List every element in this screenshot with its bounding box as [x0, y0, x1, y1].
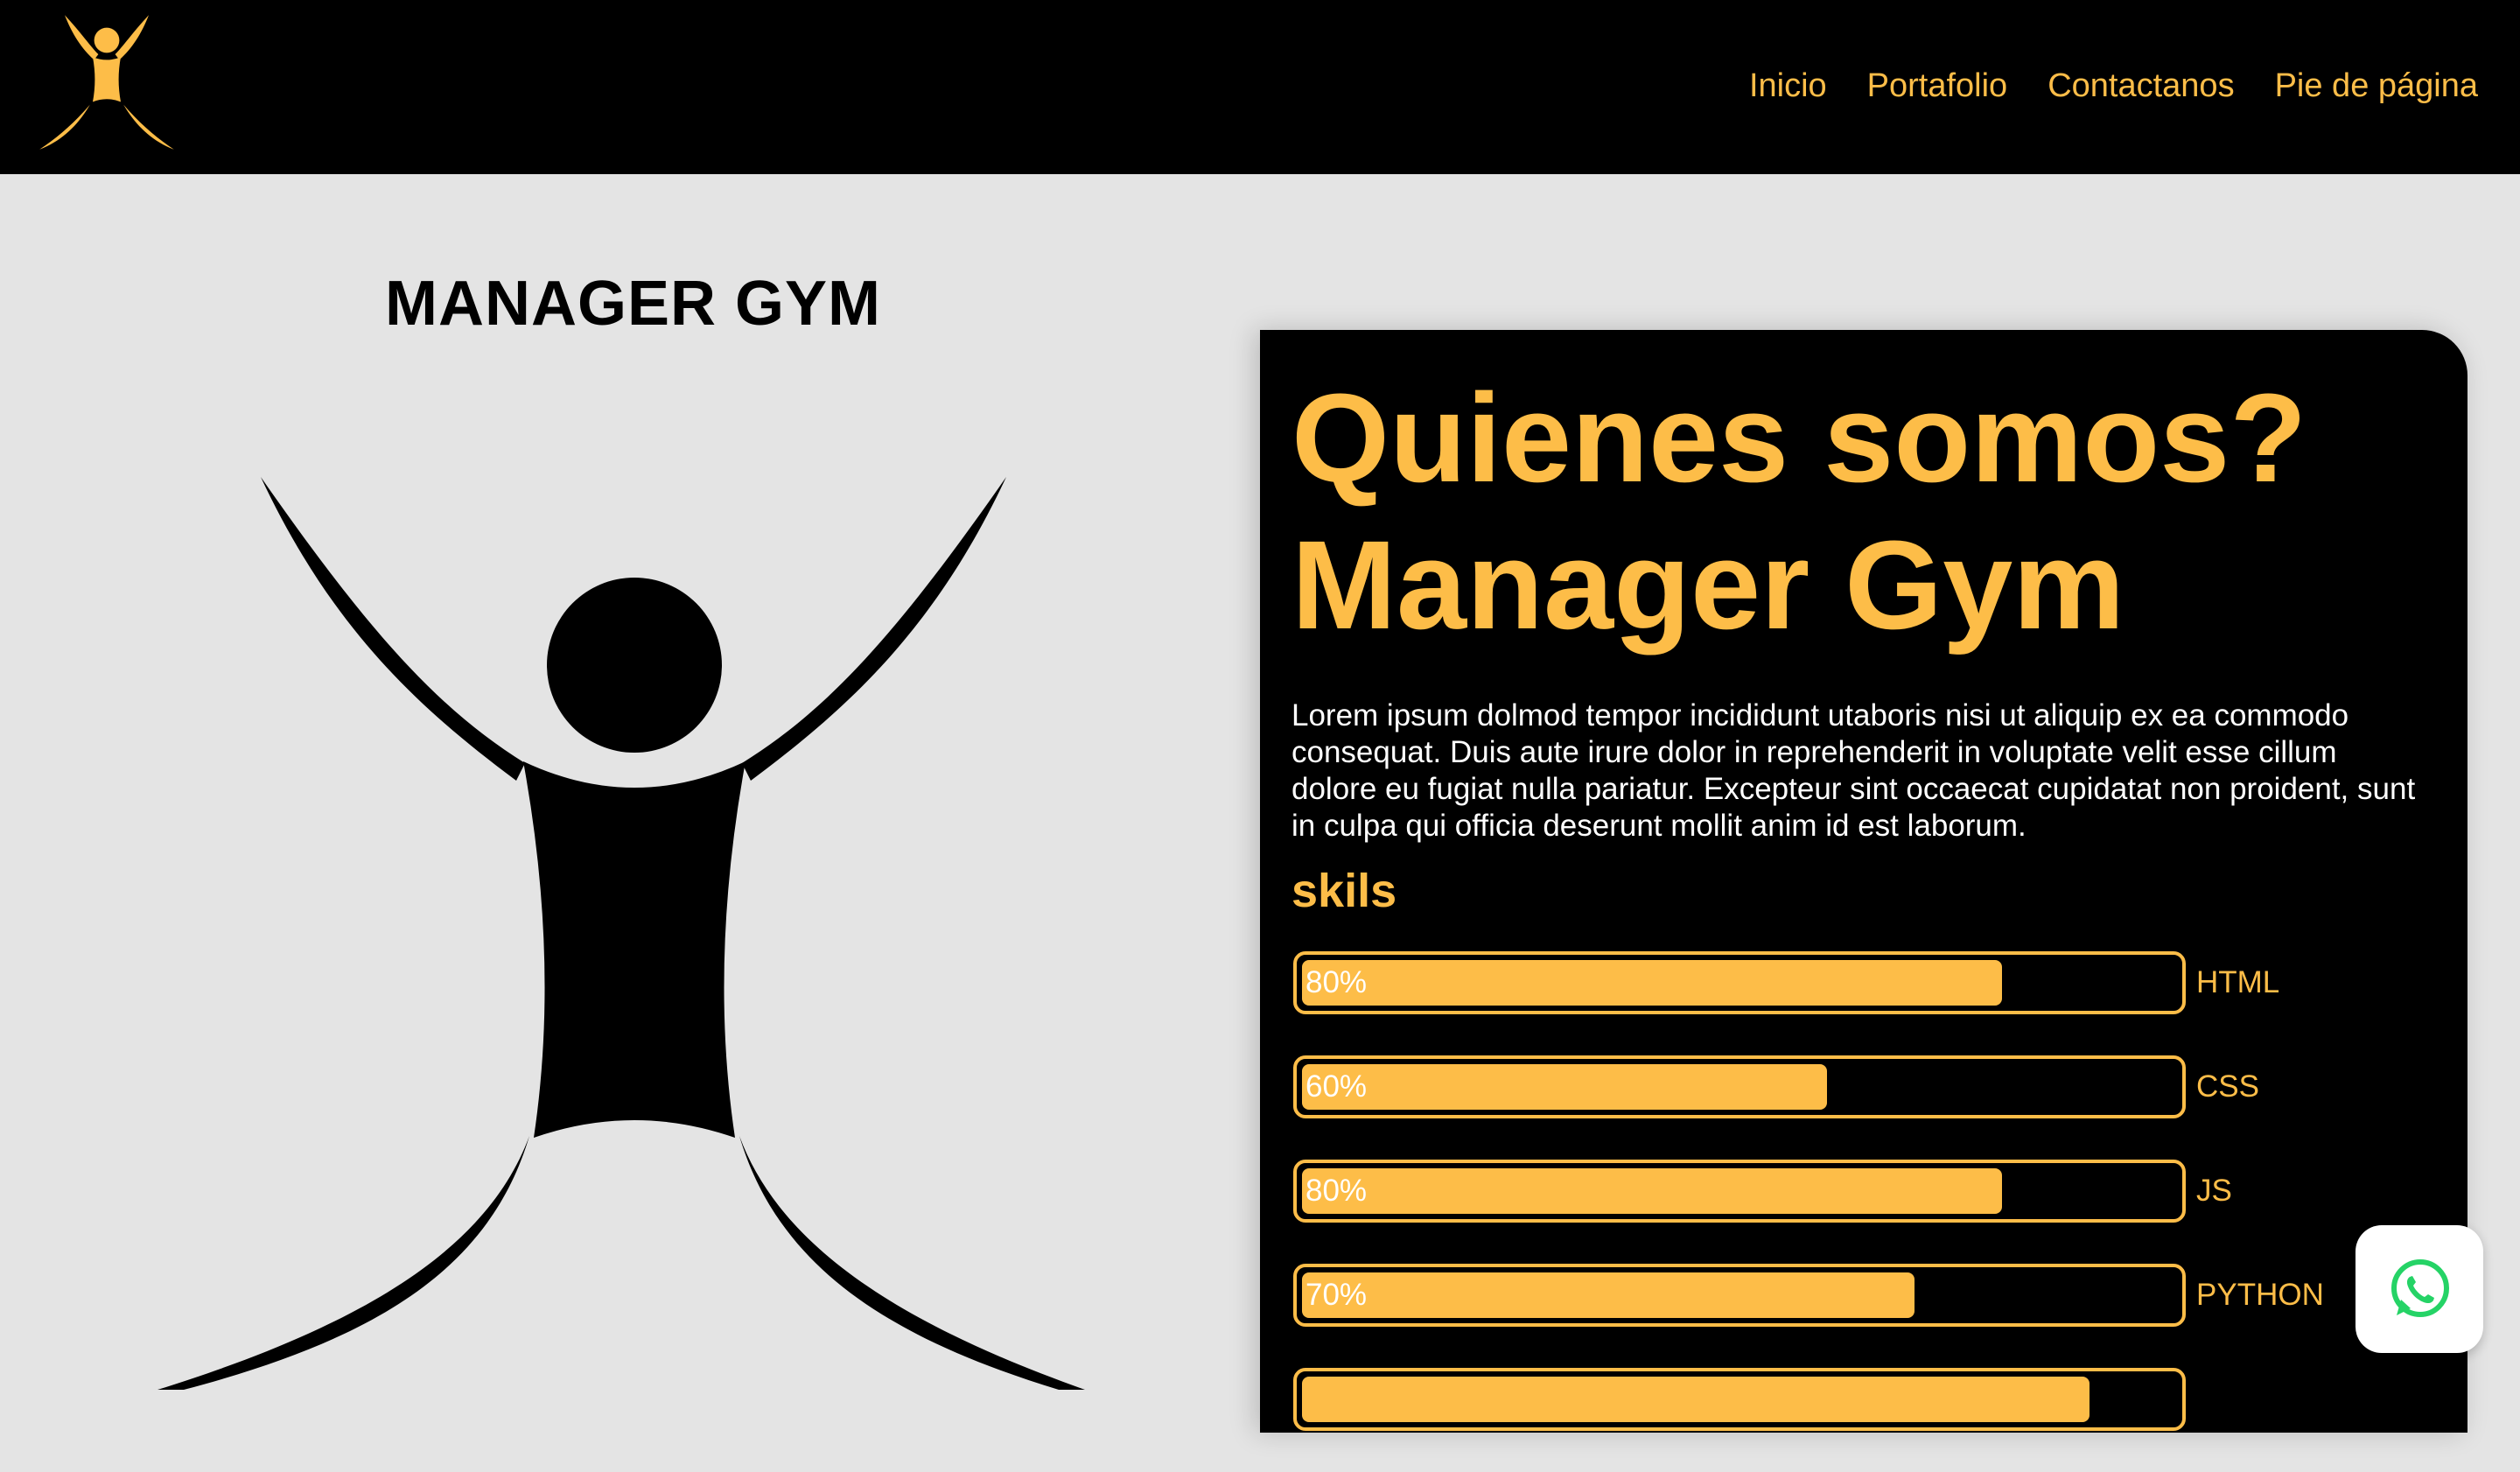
nav-link-inicio[interactable]: Inicio: [1749, 61, 1827, 110]
skill-progress-track: 70%: [1293, 1264, 2186, 1327]
skill-progress-track: 80%: [1293, 1160, 2186, 1223]
skill-percent: 80%: [1306, 1174, 1368, 1208]
about-body-text: Lorem ipsum dolmod tempor incididunt uta…: [1292, 698, 2416, 843]
skill-progress-fill: [1302, 1168, 2002, 1214]
skill-progress-track: 60%: [1293, 1055, 2186, 1118]
skills-title: skils: [1292, 865, 1397, 917]
skill-progress-track: 80%: [1293, 951, 2186, 1014]
whatsapp-button[interactable]: [2356, 1225, 2483, 1353]
gym-figure-icon: [158, 477, 1085, 1390]
whatsapp-icon: [2391, 1259, 2449, 1317]
nav-link-contactanos[interactable]: Contactanos: [2048, 61, 2234, 110]
gym-figure-logo-icon[interactable]: [37, 12, 177, 152]
about-heading: Quienes somos? Manager Gym: [1292, 368, 2307, 655]
top-navbar: Inicio Portafolio Contactanos Pie de pág…: [0, 0, 2520, 174]
skill-percent: 60%: [1306, 1069, 1368, 1104]
main-nav: Inicio Portafolio Contactanos Pie de pág…: [1749, 61, 2478, 110]
skill-name: HTML: [2196, 965, 2280, 999]
skill-python: 70% PYTHON: [1293, 1264, 2448, 1334]
skill-progress-fill: [1302, 1272, 1914, 1318]
skill-css: 60% CSS: [1293, 1055, 2448, 1125]
skill-html: 80% HTML: [1293, 951, 2448, 1021]
nav-link-pie-de-pagina[interactable]: Pie de página: [2275, 61, 2478, 110]
nav-link-portafolio[interactable]: Portafolio: [1867, 61, 2008, 110]
skill-partial: [1293, 1368, 2448, 1438]
skill-progress-fill: [1302, 960, 2002, 1006]
skills-list: 80% HTML 60% CSS 80% JS 70% PYTHON: [1293, 951, 2448, 1472]
skill-percent: 70%: [1306, 1278, 1368, 1312]
hero-brand-title: MANAGER GYM: [385, 269, 881, 339]
skill-name: CSS: [2196, 1069, 2259, 1104]
skill-progress-track: [1293, 1368, 2186, 1431]
skill-percent: 80%: [1306, 965, 1368, 999]
about-card: Quienes somos? Manager Gym Lorem ipsum d…: [1260, 330, 2468, 1433]
skill-progress-fill: [1302, 1377, 2090, 1422]
skill-progress-fill: [1302, 1064, 1827, 1110]
skill-name: JS: [2196, 1174, 2232, 1208]
skill-js: 80% JS: [1293, 1160, 2448, 1230]
skill-name: PYTHON: [2196, 1278, 2324, 1312]
